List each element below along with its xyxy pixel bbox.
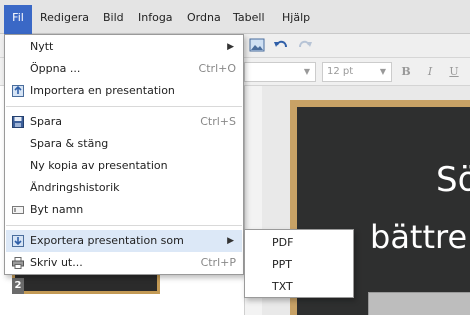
rename-icon (12, 206, 24, 214)
slide-text-line2[interactable]: bättre (370, 218, 467, 256)
menu-item-spara[interactable]: Spara Ctrl+S (6, 111, 242, 133)
menu-item-andringshistorik[interactable]: Ändringshistorik (6, 177, 242, 199)
redo-icon[interactable] (297, 38, 313, 52)
file-menu: Nytt ▶ Öppna ... Ctrl+O Importera en pre… (4, 34, 244, 275)
chevron-down-icon: ▼ (379, 67, 386, 76)
import-icon (12, 85, 24, 97)
font-family-select[interactable]: ▼ (244, 62, 316, 82)
chevron-down-icon: ▼ (303, 67, 310, 76)
slide-image[interactable] (368, 292, 470, 315)
export-icon (12, 235, 24, 247)
menu-item-spara-stang[interactable]: Spara & stäng (6, 133, 242, 155)
menu-infoga[interactable]: Infoga (133, 8, 178, 28)
menubar: Fil Redigera Bild Infoga Ordna Tabell Hj… (0, 0, 470, 34)
slide-text-line1[interactable]: Sö (436, 160, 470, 200)
italic-button[interactable]: I (422, 64, 438, 80)
menu-hjalp[interactable]: Hjälp (277, 8, 315, 28)
image-icon[interactable] (249, 38, 265, 52)
submenu-arrow-icon: ▶ (227, 236, 234, 246)
menu-item-skriv-ut[interactable]: Skriv ut... Ctrl+P (6, 252, 242, 274)
menu-redigera[interactable]: Redigera (35, 8, 94, 28)
bold-button[interactable]: B (398, 64, 414, 80)
menu-bild[interactable]: Bild (98, 8, 129, 28)
menu-fil[interactable]: Fil (4, 5, 32, 34)
underline-button[interactable]: U (446, 64, 462, 80)
slide-number: 2 (12, 278, 24, 294)
font-size-value: 12 pt (327, 66, 354, 77)
print-icon (12, 257, 24, 269)
menu-separator (6, 106, 242, 107)
menu-item-ny-kopia[interactable]: Ny kopia av presentation (6, 155, 242, 177)
export-pdf[interactable]: PDF (246, 232, 352, 254)
menu-item-importera[interactable]: Importera en presentation (6, 80, 242, 102)
export-ppt[interactable]: PPT (246, 254, 352, 276)
menu-item-oppna[interactable]: Öppna ... Ctrl+O (6, 58, 242, 80)
undo-icon[interactable] (273, 38, 289, 52)
menu-ordna[interactable]: Ordna (182, 8, 226, 28)
export-submenu: PDF PPT TXT (244, 229, 354, 298)
menu-item-nytt[interactable]: Nytt ▶ (6, 36, 242, 58)
menu-separator (6, 225, 242, 226)
submenu-arrow-icon: ▶ (227, 42, 234, 52)
menu-item-byt-namn[interactable]: Byt namn (6, 199, 242, 221)
slide-thumbnail-2[interactable] (12, 272, 160, 294)
menu-tabell[interactable]: Tabell (228, 8, 270, 28)
save-icon (12, 116, 24, 128)
font-size-select[interactable]: 12 pt ▼ (322, 62, 392, 82)
export-txt[interactable]: TXT (246, 276, 352, 298)
menu-item-exportera[interactable]: Exportera presentation som ▶ (6, 230, 242, 252)
